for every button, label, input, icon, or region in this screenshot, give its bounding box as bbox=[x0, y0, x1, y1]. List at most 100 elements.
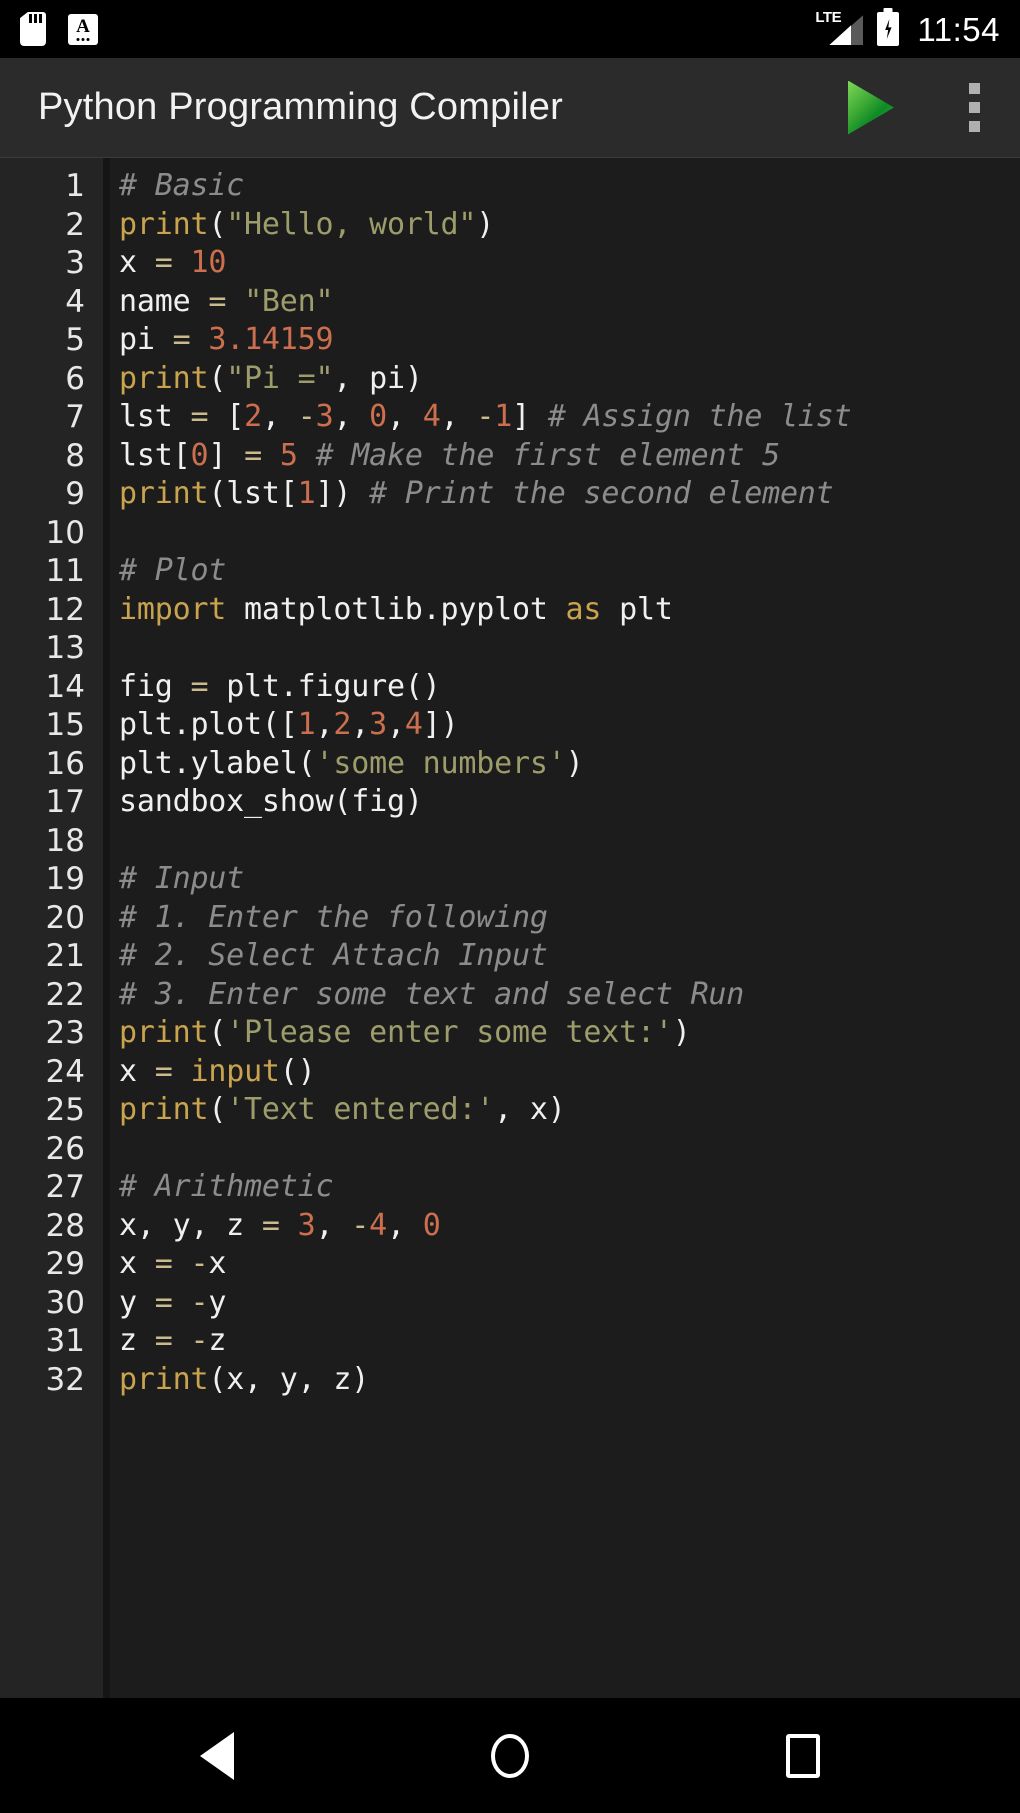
code-line[interactable]: 10 bbox=[0, 514, 1020, 553]
run-button[interactable] bbox=[844, 78, 902, 138]
code-line-text[interactable]: # Basic bbox=[103, 167, 1020, 206]
code-line-text[interactable]: x = -x bbox=[103, 1245, 1020, 1284]
code-line[interactable]: 4 name = "Ben" bbox=[0, 283, 1020, 322]
code-line-text[interactable]: print("Hello, world") bbox=[103, 206, 1020, 245]
code-line-text[interactable]: plt.plot([1,2,3,4]) bbox=[103, 706, 1020, 745]
code-line[interactable]: 15 plt.plot([1,2,3,4]) bbox=[0, 706, 1020, 745]
code-line[interactable]: 26 bbox=[0, 1130, 1020, 1169]
code-line[interactable]: 6 print("Pi =", pi) bbox=[0, 360, 1020, 399]
code-token-op: - bbox=[351, 1207, 370, 1243]
code-line[interactable]: 28 x, y, z = 3, -4, 0 bbox=[0, 1207, 1020, 1246]
code-line[interactable]: 24 x = input() bbox=[0, 1053, 1020, 1092]
code-line-text[interactable]: fig = plt.figure() bbox=[103, 668, 1020, 707]
code-line-text[interactable] bbox=[103, 514, 1020, 553]
code-line-text[interactable]: plt.ylabel('some numbers') bbox=[103, 745, 1020, 784]
code-line-text[interactable]: print(lst[1]) # Print the second element bbox=[103, 475, 1020, 514]
code-line[interactable]: 1 # Basic bbox=[0, 167, 1020, 206]
code-line-text[interactable]: print("Pi =", pi) bbox=[103, 360, 1020, 399]
code-line[interactable]: 3x = 10 bbox=[0, 244, 1020, 283]
code-line-text[interactable]: name = "Ben" bbox=[103, 283, 1020, 322]
code-line[interactable]: 20 # 1. Enter the following bbox=[0, 899, 1020, 938]
code-token-op: = bbox=[172, 322, 191, 357]
code-line-text[interactable]: z = -z bbox=[103, 1322, 1020, 1361]
code-token-op: - bbox=[190, 1323, 209, 1358]
code-line-text[interactable]: # Plot bbox=[103, 552, 1020, 591]
code-line[interactable]: 7 lst = [2, -3, 0, 4, -1] # Assign the li… bbox=[0, 398, 1020, 437]
code-token-pun: ( bbox=[208, 1092, 227, 1127]
code-line[interactable]: 5 pi = 3.14159 bbox=[0, 321, 1020, 360]
nav-recents-button[interactable] bbox=[743, 1698, 863, 1813]
code-line-list[interactable]: 1 # Basic 2 print("Hello, world") 3 x = 10 4 na… bbox=[0, 158, 1020, 1399]
line-number: 9 bbox=[65, 476, 85, 512]
code-line[interactable]: 12 import matplotlib.pyplot as plt bbox=[0, 591, 1020, 630]
code-line[interactable]: 22 # 3. Enter some text and select Run bbox=[0, 976, 1020, 1015]
line-number: 6 bbox=[65, 360, 85, 397]
code-token-com: # Make the first element 5 bbox=[315, 437, 781, 473]
code-line[interactable]: 8 lst[0] = 5 # Make the first element 5 bbox=[0, 437, 1020, 476]
code-line[interactable]: 19 # Input bbox=[0, 860, 1020, 899]
code-line[interactable]: 21 # 2. Select Attach Input bbox=[0, 937, 1020, 976]
code-token-com: # Print the second element bbox=[369, 476, 834, 511]
code-line-text[interactable]: x = input() bbox=[103, 1053, 1020, 1092]
android-navigation-bar bbox=[0, 1698, 1020, 1813]
code-token-pun: ] bbox=[512, 399, 548, 434]
code-token-id: x bbox=[119, 245, 155, 280]
code-line[interactable]: 18 bbox=[0, 822, 1020, 861]
nav-home-button[interactable] bbox=[450, 1698, 570, 1813]
code-line-text[interactable]: y = -y bbox=[103, 1284, 1020, 1323]
code-line-text[interactable] bbox=[103, 822, 1020, 861]
code-line[interactable]: 16 plt.ylabel('some numbers') bbox=[0, 745, 1020, 784]
code-line-text[interactable]: sandbox_show(fig) bbox=[103, 783, 1020, 822]
overflow-menu-button[interactable] bbox=[958, 77, 990, 139]
code-line[interactable]: 17 sandbox_show(fig) bbox=[0, 783, 1020, 822]
code-line[interactable]: 13 bbox=[0, 629, 1020, 668]
code-token-pun: [ bbox=[279, 476, 298, 511]
code-line-text[interactable]: # Input bbox=[103, 860, 1020, 899]
code-token-op: - bbox=[297, 399, 316, 434]
code-line-text[interactable]: x = 10 bbox=[103, 244, 1020, 283]
code-token-kw: as bbox=[565, 591, 602, 627]
code-line[interactable]: 29 x = -x bbox=[0, 1245, 1020, 1284]
code-line[interactable]: 23 print('Please enter some text:') bbox=[0, 1014, 1020, 1053]
code-line-text[interactable] bbox=[103, 629, 1020, 668]
code-line[interactable]: 11 # Plot bbox=[0, 552, 1020, 591]
code-token-str: "Hello, world" bbox=[226, 206, 477, 242]
code-line-text[interactable]: print(x, y, z) bbox=[103, 1361, 1020, 1400]
code-token-num: 0 bbox=[369, 399, 388, 434]
code-token-num: 4 bbox=[404, 707, 423, 742]
status-bar-right-icons: LTE 11:54 bbox=[815, 10, 1000, 47]
code-line-text[interactable]: x, y, z = 3, -4, 0 bbox=[103, 1207, 1020, 1246]
code-line-text[interactable]: print('Please enter some text:') bbox=[103, 1014, 1020, 1053]
code-line[interactable]: 14 fig = plt.figure() bbox=[0, 668, 1020, 707]
code-token-pun: [ bbox=[172, 437, 191, 473]
code-line[interactable]: 31 z = -z bbox=[0, 1322, 1020, 1361]
line-number: 32 bbox=[45, 1361, 85, 1398]
code-line-text[interactable]: print('Text entered:', x) bbox=[103, 1091, 1020, 1130]
code-line-text[interactable] bbox=[103, 1130, 1020, 1169]
line-number: 30 bbox=[45, 1284, 85, 1321]
code-line-text[interactable]: # 1. Enter the following bbox=[103, 899, 1020, 938]
code-line-text[interactable]: # 2. Select Attach Input bbox=[103, 937, 1020, 976]
code-token-id bbox=[173, 1246, 191, 1281]
code-line[interactable]: 30 y = -y bbox=[0, 1284, 1020, 1323]
code-line-text[interactable]: # 3. Enter some text and select Run bbox=[103, 976, 1020, 1015]
code-line-text[interactable]: lst = [2, -3, 0, 4, -1] # Assign the lis… bbox=[103, 398, 1020, 437]
code-token-pun: [ bbox=[226, 399, 245, 434]
nav-back-button[interactable] bbox=[157, 1698, 277, 1813]
code-line-text[interactable]: import matplotlib.pyplot as plt bbox=[103, 591, 1020, 630]
code-token-num: 3.14159 bbox=[208, 322, 334, 357]
code-token-id: plt bbox=[601, 591, 673, 627]
code-line[interactable]: 9 print(lst[1]) # Print the second elemen… bbox=[0, 475, 1020, 514]
code-line[interactable]: 27 # Arithmetic bbox=[0, 1168, 1020, 1207]
code-editor[interactable]: 1 # Basic 2 print("Hello, world") 3 x = 10 4 na… bbox=[0, 158, 1020, 1698]
code-line-text[interactable]: # Arithmetic bbox=[103, 1168, 1020, 1207]
code-token-op: = bbox=[244, 437, 262, 473]
code-line[interactable]: 25 print('Text entered:', x) bbox=[0, 1091, 1020, 1130]
code-line-text[interactable]: lst[0] = 5 # Make the first element 5 bbox=[103, 437, 1020, 476]
code-line[interactable]: 32 print(x, y, z) bbox=[0, 1361, 1020, 1400]
code-token-pun: ( bbox=[208, 360, 227, 396]
code-line[interactable]: 2 print("Hello, world") bbox=[0, 206, 1020, 245]
code-token-op: = bbox=[154, 1246, 173, 1281]
code-token-pun: , bbox=[387, 1207, 423, 1243]
code-line-text[interactable]: pi = 3.14159 bbox=[103, 321, 1020, 360]
